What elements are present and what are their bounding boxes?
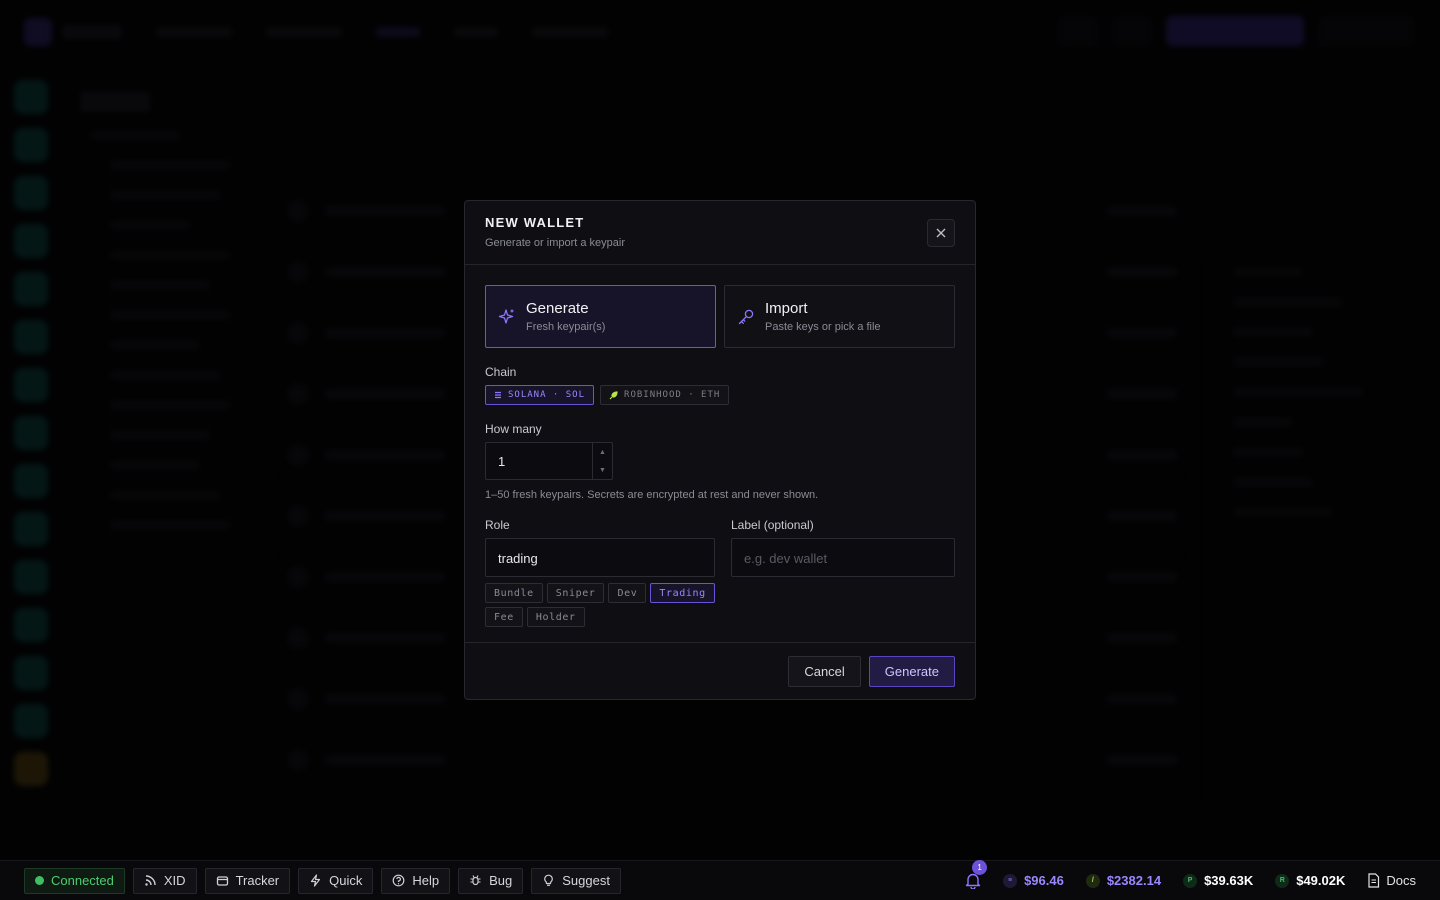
label-input[interactable]: e.g. dev wallet: [731, 538, 955, 577]
mode-selector: Generate Fresh keypair(s) Import Paste k…: [485, 285, 955, 348]
role-chip-dev[interactable]: Dev: [608, 583, 647, 603]
close-icon: [936, 228, 946, 238]
chain-chip-solana-label: SOLANA · SOL: [508, 390, 586, 400]
close-button[interactable]: [927, 219, 955, 247]
help-button[interactable]: Help: [381, 867, 451, 894]
count-stepper[interactable]: 1 ▲ ▼: [485, 442, 613, 480]
connection-status-label: Connected: [51, 873, 114, 888]
dialog-title: NEW WALLET: [485, 215, 585, 230]
dialog-subtitle: Generate or import a keypair: [485, 237, 626, 249]
bug-button[interactable]: Bug: [458, 867, 524, 894]
role-label: Role: [485, 518, 510, 532]
price-p: P $39.63K: [1183, 873, 1253, 888]
price-r-value: $49.02K: [1296, 873, 1346, 888]
feather-icon: [609, 390, 618, 399]
solana-icon: [495, 391, 501, 399]
price-eth: / $2382.14: [1085, 873, 1162, 888]
sparkles-icon: [498, 308, 514, 324]
tracker-label: Tracker: [235, 873, 280, 888]
role-chip-fee[interactable]: Fee: [485, 607, 523, 627]
label-label: Label (optional): [731, 518, 814, 532]
notifications-button[interactable]: 1: [965, 859, 988, 890]
r-coin-icon: R: [1275, 873, 1290, 888]
role-chip-bundle[interactable]: Bundle: [485, 583, 543, 603]
count-hint: 1–50 fresh keypairs. Secrets are encrypt…: [485, 489, 819, 501]
chain-chip-robinhood-label: ROBINHOOD · ETH: [624, 390, 721, 400]
help-circle-icon: [392, 874, 405, 887]
dialog-footer: Cancel Generate: [465, 642, 975, 699]
mode-import-desc: Paste keys or pick a file: [765, 321, 881, 333]
dialog-header: NEW WALLET Generate or import a keypair: [465, 201, 975, 265]
mode-import-card[interactable]: Import Paste keys or pick a file: [724, 285, 955, 348]
mode-import-title: Import: [765, 300, 808, 317]
price-sol-value: $96.46: [1024, 873, 1064, 888]
docs-label: Docs: [1386, 873, 1416, 888]
decrement-icon[interactable]: ▼: [593, 461, 612, 479]
connection-status[interactable]: Connected: [24, 867, 125, 894]
price-p-value: $39.63K: [1204, 873, 1254, 888]
help-label: Help: [412, 873, 440, 888]
tracker-button[interactable]: Tracker: [204, 867, 291, 894]
p-coin-icon: P: [1183, 873, 1198, 888]
price-eth-value: $2382.14: [1106, 873, 1162, 888]
cancel-button[interactable]: Cancel: [788, 655, 861, 687]
solana-icon: ≡: [1003, 873, 1018, 888]
feather-icon: /: [1085, 873, 1100, 888]
suggest-button[interactable]: Suggest: [531, 867, 621, 894]
xid-label: XID: [163, 873, 186, 888]
role-input[interactable]: trading: [485, 538, 715, 577]
xid-button[interactable]: XID: [132, 867, 197, 894]
quick-button[interactable]: Quick: [298, 867, 374, 894]
status-bar: Connected XID Tracker Quick Help Bug Sug…: [0, 859, 1440, 900]
lightbulb-icon: [544, 874, 554, 886]
mode-generate-card[interactable]: Generate Fresh keypair(s): [485, 285, 716, 348]
suggest-label: Suggest: [562, 873, 610, 888]
count-label: How many: [485, 422, 542, 436]
role-chip-sniper[interactable]: Sniper: [546, 583, 605, 603]
wallet-icon: [216, 876, 228, 886]
rss-icon: [145, 875, 156, 886]
generate-button[interactable]: Generate: [868, 655, 955, 687]
status-dot-icon: [35, 876, 44, 885]
increment-icon[interactable]: ▲: [593, 443, 612, 461]
lightning-icon: [311, 874, 321, 887]
bug-icon: [470, 875, 481, 886]
role-chip-group: Bundle Sniper Dev Trading Fee Holder: [485, 583, 715, 627]
new-wallet-dialog: NEW WALLET Generate or import a keypair …: [464, 200, 976, 700]
count-input[interactable]: 1: [486, 443, 592, 479]
price-sol: ≡ $96.46: [1003, 873, 1064, 888]
docs-link[interactable]: Docs: [1367, 873, 1416, 888]
key-icon: [738, 309, 754, 324]
mode-generate-desc: Fresh keypair(s): [526, 321, 606, 333]
bug-label: Bug: [489, 873, 513, 888]
chain-chip-solana[interactable]: SOLANA · SOL: [485, 385, 595, 405]
role-chip-trading[interactable]: Trading: [650, 583, 715, 603]
document-icon: [1368, 873, 1380, 888]
notification-badge: 1: [972, 859, 988, 875]
count-field: How many 1 ▲ ▼ 1–50 fresh keypairs. Secr…: [485, 422, 955, 501]
chain-label: Chain: [485, 365, 517, 379]
role-field: Role trading Bundle Sniper Dev Trading F…: [485, 518, 715, 627]
price-r: R $49.02K: [1275, 873, 1345, 888]
chain-field: Chain SOLANA · SOL ROBINHOOD · ETH: [485, 365, 955, 405]
mode-generate-title: Generate: [526, 300, 589, 317]
quick-label: Quick: [329, 873, 363, 888]
label-field: Label (optional) e.g. dev wallet: [731, 518, 955, 627]
chain-chip-robinhood[interactable]: ROBINHOOD · ETH: [600, 385, 730, 405]
dialog-body: Generate Fresh keypair(s) Import Paste k…: [465, 265, 975, 647]
role-chip-holder[interactable]: Holder: [526, 607, 585, 627]
